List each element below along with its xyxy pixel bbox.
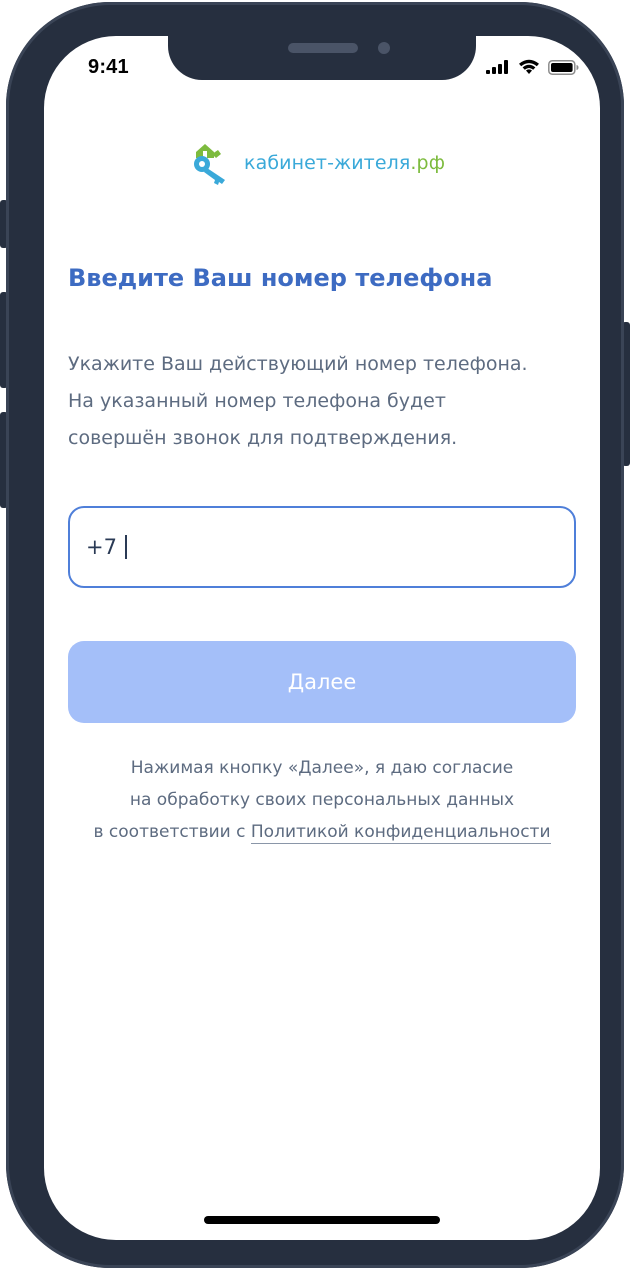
next-button[interactable]: Далее [68, 641, 576, 723]
screen: 9:41 кабинет-жителя.рф Введите Ваш номер… [44, 36, 600, 1240]
battery-icon [548, 59, 579, 75]
instructions-line-3: совершён звонок для подтверждения. [68, 427, 458, 449]
app-logo: кабинет-жителя.рф [192, 140, 445, 186]
logo-tld: .рф [410, 152, 446, 174]
instructions-text: Укажите Ваш действующий номер телефона. … [68, 346, 578, 457]
front-camera [378, 42, 390, 54]
phone-number-value[interactable]: +7 [86, 535, 117, 559]
phone-number-input[interactable]: +7 [68, 506, 576, 588]
status-time: 9:41 [88, 56, 129, 78]
logo-text: кабинет-жителя.рф [244, 152, 445, 174]
notch [168, 36, 476, 80]
page-title: Введите Ваш номер телефона [68, 264, 493, 292]
consent-text: Нажимая кнопку «Далее», я даю согласие н… [44, 752, 600, 848]
consent-line-1: Нажимая кнопку «Далее», я даю согласие [130, 758, 514, 778]
status-icons [486, 59, 580, 75]
device-frame: 9:41 кабинет-жителя.рф Введите Ваш номер… [6, 2, 624, 1268]
logo-name: кабинет-жителя [244, 152, 411, 174]
consent-line-3-prefix: в соответствии с [93, 822, 246, 842]
signal-icon [486, 60, 508, 74]
instructions-line-1: Укажите Ваш действующий номер телефона. [68, 353, 528, 375]
consent-line-2: на обработку своих персональных данных [129, 790, 515, 810]
privacy-policy-link[interactable]: Политикой конфиденциальности [250, 822, 551, 844]
speaker-grille [288, 43, 358, 53]
consent-line-3: в соответствии с Политикой конфиденциаль… [44, 816, 600, 848]
instructions-line-2: На указанный номер телефона будет [68, 390, 446, 412]
house-key-logo-icon [194, 144, 225, 185]
text-cursor [124, 535, 127, 559]
wifi-icon [519, 59, 539, 74]
home-indicator[interactable] [204, 1216, 440, 1224]
phone-mockup: 9:41 кабинет-жителя.рф Введите Ваш номер… [0, 0, 630, 1272]
